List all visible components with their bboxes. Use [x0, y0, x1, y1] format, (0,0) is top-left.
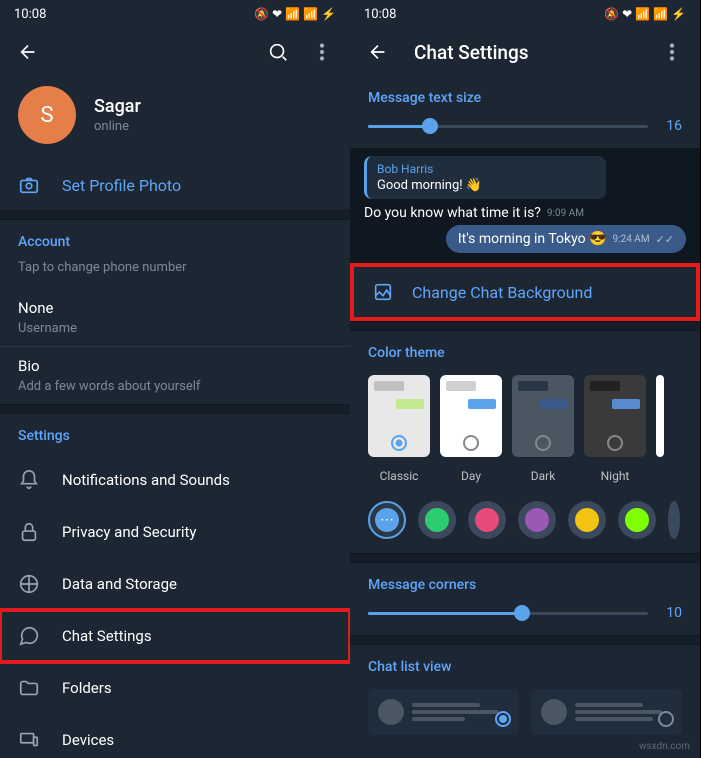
accent-color-lime[interactable] [618, 501, 656, 539]
folders-row[interactable]: Folders [0, 662, 350, 714]
camera-icon [18, 174, 40, 196]
accent-colors: ⋯ [350, 493, 700, 553]
page-title: Chat Settings [414, 41, 652, 64]
username-row[interactable]: None Username [0, 289, 350, 347]
bell-icon [18, 469, 40, 491]
data-storage-row[interactable]: Data and Storage [0, 558, 350, 610]
accent-color-green[interactable] [418, 501, 456, 539]
devices-icon [18, 729, 40, 751]
radio-icon [658, 711, 674, 727]
theme-day[interactable] [440, 375, 502, 457]
image-icon [372, 281, 394, 303]
database-icon [18, 573, 40, 595]
text-size-slider[interactable]: 16 [350, 112, 700, 148]
status-icons: 🔕 ❤ 📶 📶 ⚡ [604, 7, 686, 21]
status-time: 10:08 [364, 7, 396, 22]
theme-selector [350, 367, 700, 465]
profile-name: Sagar [94, 96, 141, 117]
status-bar: 10:08 🔕 ❤ 📶 📶 ⚡ [0, 0, 350, 28]
corners-value: 10 [662, 605, 682, 621]
header: Chat Settings [350, 28, 700, 76]
arrow-left-icon [367, 41, 389, 63]
bio-row[interactable]: Bio Add a few words about yourself [0, 347, 350, 404]
lock-icon [18, 521, 40, 543]
theme-extra[interactable] [656, 375, 664, 457]
search-icon [267, 41, 289, 63]
chat-settings-screen: 10:08 🔕 ❤ 📶 📶 ⚡ Chat Settings Message te… [350, 0, 700, 758]
avatar-placeholder [378, 699, 404, 725]
divider [0, 210, 350, 220]
theme-night[interactable] [584, 375, 646, 457]
profile-section[interactable]: S Sagar online [0, 76, 350, 160]
chat-settings-row[interactable]: Chat Settings [0, 610, 350, 662]
settings-title: Settings [0, 414, 350, 454]
divider [350, 635, 700, 645]
more-vertical-icon [311, 41, 333, 63]
color-theme-label: Color theme [350, 331, 700, 367]
accent-color-pink[interactable] [468, 501, 506, 539]
set-profile-photo-button[interactable]: Set Profile Photo [0, 160, 350, 210]
theme-dark[interactable] [512, 375, 574, 457]
chat-preview: Bob Harris Good morning! 👋 Do you know w… [350, 148, 700, 263]
divider [350, 553, 700, 563]
checkmark-icon: ✓✓ [656, 233, 674, 246]
header [0, 28, 350, 76]
notifications-row[interactable]: Notifications and Sounds [0, 454, 350, 506]
message-outgoing: It's morning in Tokyo 😎 9:24 AM ✓✓ [446, 225, 686, 253]
avatar-placeholder [541, 699, 567, 725]
profile-status: online [94, 119, 141, 134]
search-button[interactable] [258, 32, 298, 72]
arrow-left-icon [17, 41, 39, 63]
accent-color-blue[interactable]: ⋯ [368, 501, 406, 539]
accent-color-extra[interactable] [668, 501, 680, 539]
corners-label: Message corners [350, 563, 700, 599]
chat-list-three-line[interactable] [531, 689, 682, 735]
chat-list-label: Chat list view [350, 645, 700, 681]
chat-list-two-line[interactable] [368, 689, 519, 735]
divider [0, 404, 350, 414]
chat-list-view-selector [350, 681, 700, 743]
accent-color-purple[interactable] [518, 501, 556, 539]
privacy-row[interactable]: Privacy and Security [0, 506, 350, 558]
settings-screen: 10:08 🔕 ❤ 📶 📶 ⚡ S Sagar online Set Profi… [0, 0, 350, 758]
chat-icon [18, 625, 40, 647]
radio-selected-icon [495, 711, 511, 727]
corners-slider[interactable]: 10 [350, 599, 700, 635]
devices-row[interactable]: Devices [0, 714, 350, 758]
back-button[interactable] [8, 32, 48, 72]
more-button[interactable] [302, 32, 342, 72]
account-hint[interactable]: Tap to change phone number [0, 260, 350, 289]
divider [350, 321, 700, 331]
watermark: wsxdn.com [639, 741, 690, 752]
message-incoming: Bob Harris Good morning! 👋 [364, 156, 606, 199]
accent-color-teal[interactable] [568, 501, 606, 539]
change-background-button[interactable]: Change Chat Background [354, 267, 696, 317]
text-size-value: 16 [662, 118, 682, 134]
status-time: 10:08 [14, 7, 46, 22]
avatar: S [18, 86, 76, 144]
set-photo-label: Set Profile Photo [62, 176, 181, 195]
back-button[interactable] [358, 32, 398, 72]
text-size-label: Message text size [350, 76, 700, 112]
status-bar: 10:08 🔕 ❤ 📶 📶 ⚡ [350, 0, 700, 28]
more-button[interactable] [652, 32, 692, 72]
theme-classic[interactable] [368, 375, 430, 457]
folder-icon [18, 677, 40, 699]
more-vertical-icon [661, 41, 683, 63]
account-title: Account [0, 220, 350, 260]
status-icons: 🔕 ❤ 📶 📶 ⚡ [254, 7, 336, 21]
